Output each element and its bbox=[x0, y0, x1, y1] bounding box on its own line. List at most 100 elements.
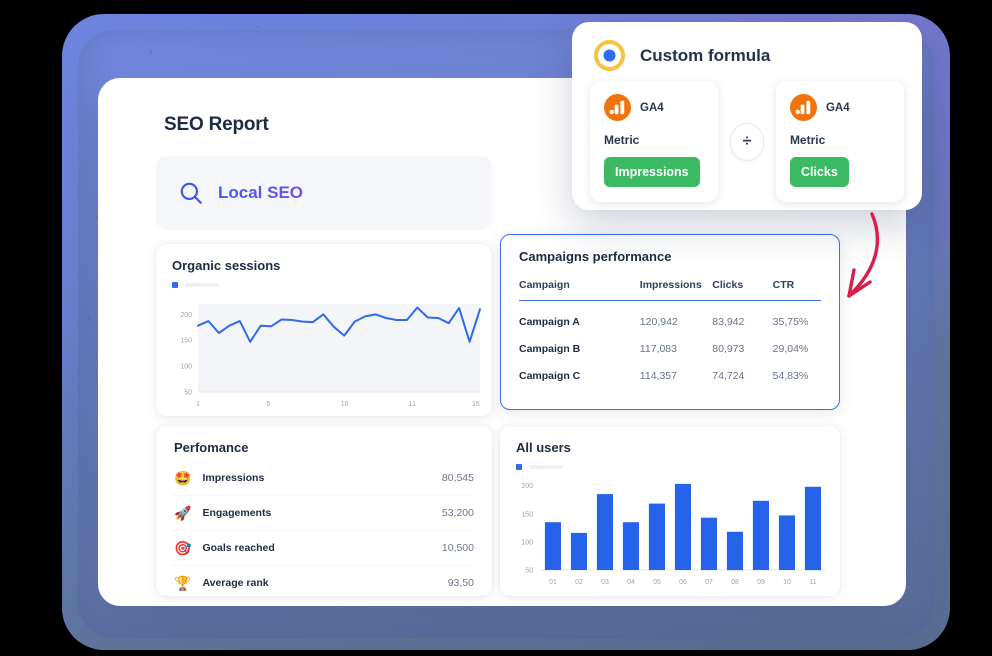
performance-title: Perfomance bbox=[174, 440, 249, 455]
performance-value: 80,545 bbox=[441, 472, 474, 484]
divide-operator-button[interactable]: ÷ bbox=[730, 122, 764, 161]
operand-left-brand: GA4 bbox=[604, 94, 704, 121]
column-header-ctr: CTR bbox=[772, 279, 821, 301]
performance-label: Average rank bbox=[202, 577, 269, 589]
column-header-impressions: Impressions bbox=[639, 279, 713, 301]
cell-ctr: 29,04% bbox=[772, 343, 809, 355]
all-users-card: All users 50 100 150 200 01 02 03 04 05 06 07 08 09 1… bbox=[500, 426, 840, 596]
operand-right-brand: GA4 bbox=[789, 94, 890, 121]
svg-text:01: 01 bbox=[549, 579, 557, 586]
popup-title: Custom formula bbox=[640, 45, 771, 65]
svg-text:10: 10 bbox=[341, 401, 349, 408]
performance-value: 53,200 bbox=[441, 507, 474, 519]
svg-text:50: 50 bbox=[184, 390, 192, 397]
svg-text:09: 09 bbox=[757, 579, 765, 586]
search-query-text: Local SEO bbox=[218, 183, 304, 202]
formula-operands-row: GA4 Metric Impressions ÷ GA4 Metric Clic… bbox=[572, 71, 922, 202]
list-item[interactable]: 🏆 Average rank 93,50 bbox=[174, 566, 474, 596]
svg-text:07: 07 bbox=[705, 579, 713, 586]
campaigns-table: Campaign Impressions Clicks CTR Campaign… bbox=[519, 279, 821, 382]
rocket-emoji: 🚀 bbox=[174, 505, 192, 521]
cell-clicks: 83,942 bbox=[712, 316, 745, 328]
cell-impressions: 117,083 bbox=[639, 343, 677, 355]
svg-text:02: 02 bbox=[575, 579, 583, 586]
performance-value: 10,500 bbox=[441, 542, 474, 554]
formula-operand-right[interactable]: GA4 Metric Clicks bbox=[775, 81, 904, 202]
organic-sessions-card: Organic sessions 50 100 150 200 1 5 10 11 15 bbox=[156, 244, 492, 416]
svg-text:11: 11 bbox=[809, 579, 816, 586]
cell-campaign: Campaign C bbox=[519, 370, 581, 382]
svg-text:50: 50 bbox=[525, 568, 533, 575]
list-item[interactable]: 🚀 Engagements 53,200 bbox=[174, 496, 474, 531]
svg-text:200: 200 bbox=[521, 483, 533, 490]
svg-text:11: 11 bbox=[409, 401, 416, 408]
operand-left-brand-label: GA4 bbox=[640, 101, 664, 114]
screenshot-stage: SEO Report Local SEO Organic sessions 50… bbox=[0, 0, 992, 656]
svg-text:10: 10 bbox=[783, 579, 791, 586]
operand-right-value-pill[interactable]: Clicks bbox=[789, 157, 849, 187]
svg-text:15: 15 bbox=[472, 401, 480, 408]
list-item[interactable]: 🎯 Goals reached 10,500 bbox=[174, 531, 474, 566]
target-radio-icon bbox=[594, 40, 625, 71]
operand-left-value-pill[interactable]: Impressions bbox=[604, 157, 700, 187]
svg-text:03: 03 bbox=[601, 579, 609, 586]
cell-ctr: 54,83% bbox=[772, 370, 809, 382]
list-item[interactable]: 🤩 Impressions 80,545 bbox=[174, 461, 474, 496]
cell-impressions: 120,942 bbox=[639, 316, 678, 328]
cell-campaign: Campaign B bbox=[519, 343, 581, 355]
all-users-title: All users bbox=[516, 440, 571, 455]
operand-left-field-label: Metric bbox=[604, 133, 640, 147]
column-header-campaign: Campaign bbox=[519, 279, 640, 301]
table-row[interactable]: Campaign B 117,083 80,973 29,04% bbox=[519, 328, 821, 355]
campaigns-performance-title: Campaigns performance bbox=[519, 249, 672, 264]
trophy-emoji: 🏆 bbox=[174, 575, 192, 591]
search-input[interactable]: Local SEO bbox=[156, 156, 492, 230]
cell-impressions: 114,357 bbox=[639, 370, 677, 382]
legend-placeholder-bar bbox=[185, 283, 219, 287]
performance-card: Perfomance 🤩 Impressions 80,545 🚀 Engage… bbox=[156, 426, 492, 596]
dart-emoji: 🎯 bbox=[174, 540, 192, 556]
custom-formula-popup: Custom formula GA4 Metric Impressions ÷ … bbox=[572, 22, 922, 210]
organic-sessions-title: Organic sessions bbox=[172, 258, 281, 273]
divide-icon: ÷ bbox=[742, 132, 752, 150]
formula-operand-left[interactable]: GA4 Metric Impressions bbox=[590, 81, 719, 202]
svg-text:08: 08 bbox=[731, 579, 739, 586]
search-icon bbox=[180, 182, 202, 204]
performance-label: Impressions bbox=[202, 472, 265, 484]
performance-value: 93,50 bbox=[447, 577, 474, 589]
campaigns-performance-card: Campaigns performance Campaign Impressio… bbox=[500, 234, 840, 410]
table-header-row: Campaign Impressions Clicks CTR bbox=[519, 279, 821, 301]
svg-text:05: 05 bbox=[653, 579, 661, 586]
svg-text:100: 100 bbox=[180, 364, 192, 371]
cell-campaign: Campaign A bbox=[519, 316, 580, 328]
svg-text:100: 100 bbox=[521, 539, 533, 546]
ga4-bar-chart-icon bbox=[789, 94, 817, 121]
table-row[interactable]: Campaign A 120,942 83,942 35,75% bbox=[519, 301, 821, 328]
performance-label: Engagements bbox=[202, 507, 272, 519]
table-row[interactable]: Campaign C 114,357 74,724 54,83% bbox=[519, 355, 821, 382]
popup-header: Custom formula bbox=[572, 22, 922, 71]
cell-ctr: 35,75% bbox=[772, 316, 809, 328]
star-struck-emoji: 🤩 bbox=[174, 470, 192, 486]
svg-text:150: 150 bbox=[180, 338, 192, 345]
cell-clicks: 80,973 bbox=[712, 343, 745, 355]
operand-right-brand-label: GA4 bbox=[825, 101, 850, 114]
ga4-bar-chart-icon bbox=[604, 94, 631, 121]
column-header-clicks: Clicks bbox=[712, 279, 773, 301]
red-curved-arrow-icon bbox=[847, 212, 880, 298]
svg-text:04: 04 bbox=[627, 579, 635, 586]
cell-clicks: 74,724 bbox=[712, 370, 745, 382]
svg-text:200: 200 bbox=[180, 312, 192, 319]
page-title: SEO Report bbox=[164, 114, 269, 135]
legend-placeholder-bar bbox=[529, 465, 563, 469]
organic-sessions-line-chart: 501001502001 5 10 11 15 bbox=[180, 304, 481, 408]
legend-dot-icon bbox=[172, 282, 178, 288]
organic-sessions-legend bbox=[172, 282, 492, 288]
svg-text:06: 06 bbox=[679, 579, 687, 586]
operand-right-field-label: Metric bbox=[789, 133, 826, 147]
legend-dot-icon bbox=[516, 464, 522, 470]
svg-text:5: 5 bbox=[267, 401, 271, 408]
all-users-bar-chart: 50 100 150 200 01 02 03 04 05 06 07 08 09 10 11 bbox=[521, 483, 826, 586]
performance-label: Goals reached bbox=[202, 542, 275, 554]
svg-text:150: 150 bbox=[521, 511, 533, 518]
